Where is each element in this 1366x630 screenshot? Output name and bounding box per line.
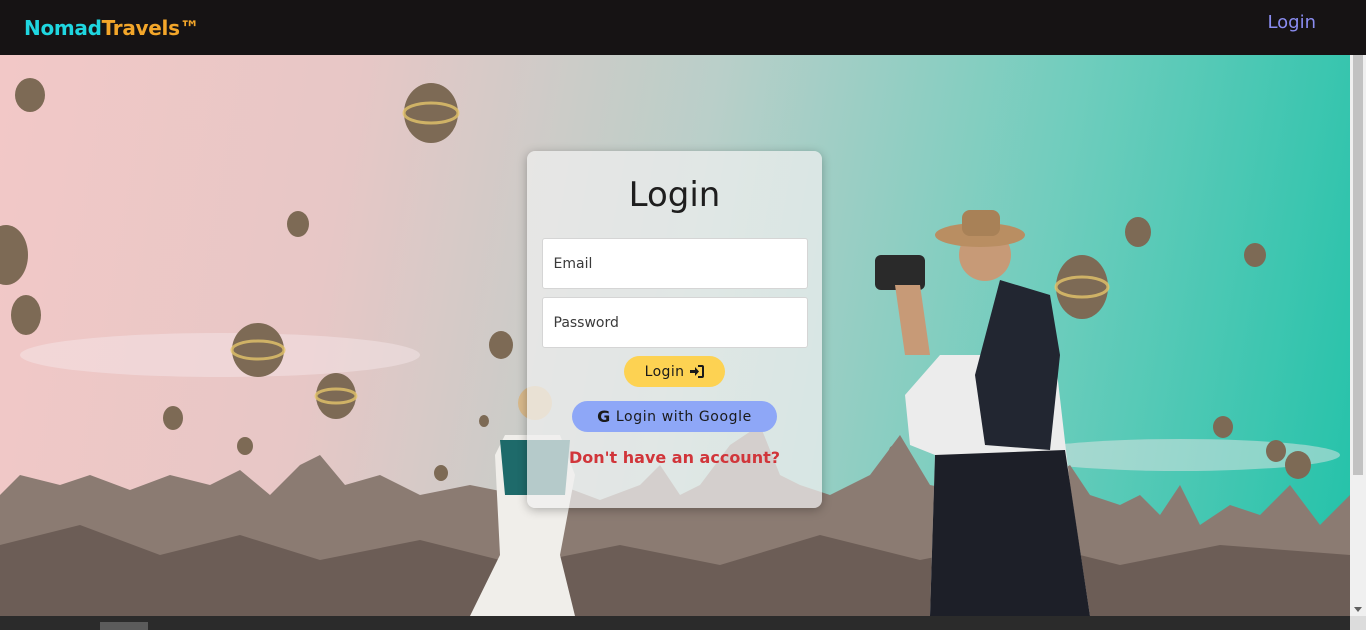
login-title: Login (628, 175, 721, 215)
scroll-down-arrow-icon[interactable] (1354, 607, 1362, 612)
navbar: NomadTravels™ Login (0, 0, 1366, 55)
google-login-button[interactable]: G Login with Google (572, 401, 777, 432)
login-card: Login Login G Login with Google Don't ha… (527, 151, 822, 508)
signup-link[interactable]: Don't have an account? (569, 448, 780, 467)
google-icon: G (597, 407, 611, 426)
brand-logo[interactable]: NomadTravels™ (24, 15, 200, 40)
login-button-label: Login (644, 363, 685, 380)
brand-name-nomad: Nomad (24, 15, 102, 40)
nav-login-link[interactable]: Login (1267, 12, 1316, 33)
password-input[interactable] (541, 297, 808, 348)
brand-name-travels: Travels™ (101, 15, 200, 40)
email-input[interactable] (541, 238, 808, 289)
horizontal-scrollbar-thumb[interactable] (100, 622, 148, 630)
horizontal-scrollbar[interactable] (0, 616, 1366, 630)
vertical-scrollbar[interactable] (1350, 55, 1366, 616)
sign-in-icon (690, 365, 705, 378)
scrollbar-corner (1350, 616, 1366, 630)
vertical-scrollbar-thumb[interactable] (1353, 55, 1363, 475)
login-button[interactable]: Login (624, 356, 725, 387)
hero-background: Login Login G Login with Google Don't ha… (0, 55, 1350, 616)
google-button-label: Login with Google (615, 408, 752, 425)
